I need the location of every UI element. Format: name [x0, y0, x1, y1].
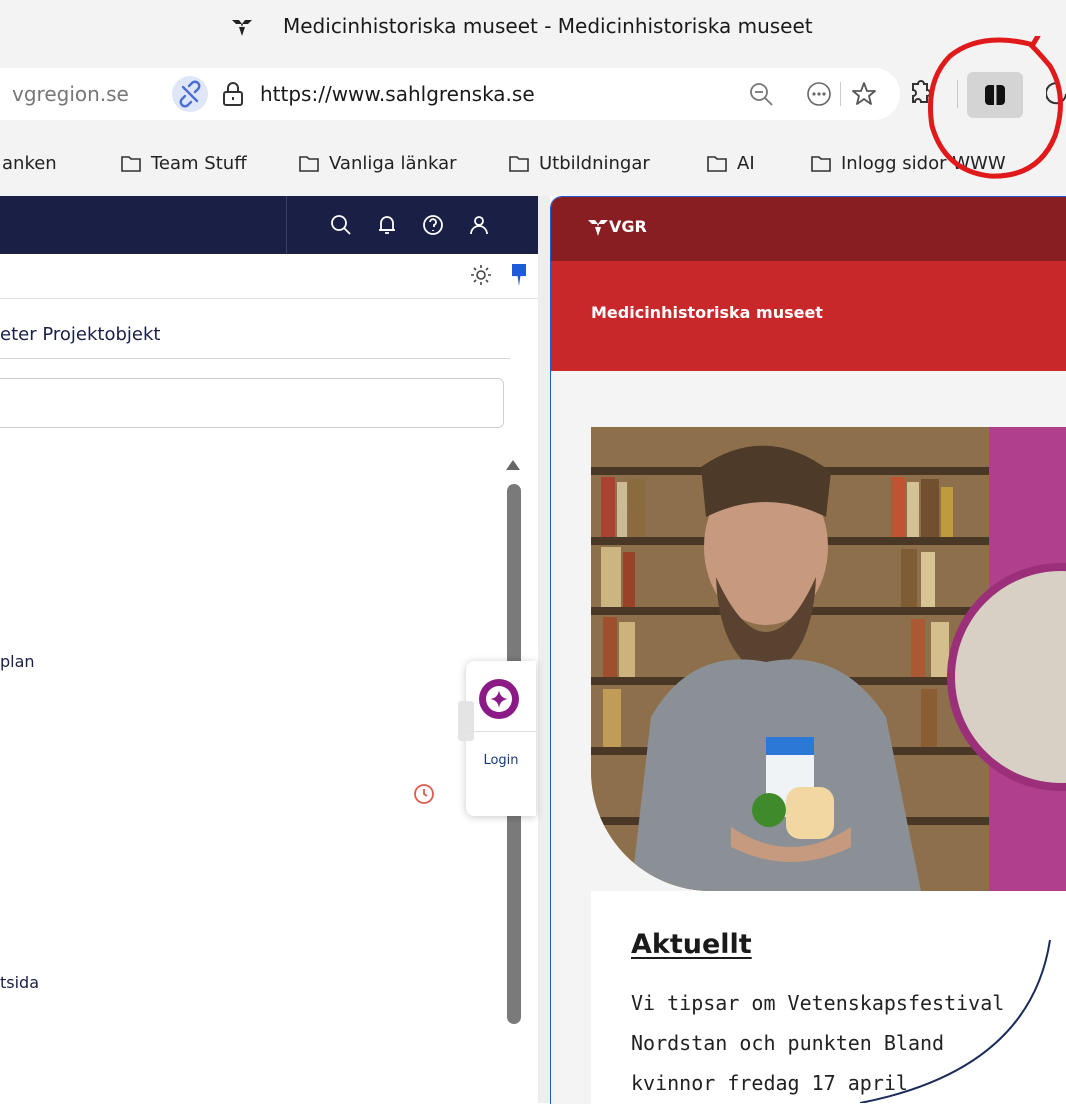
folder-icon — [121, 156, 141, 172]
address-bar[interactable]: vgregion.se https://www.sahlgrenska.se — [0, 68, 900, 120]
star-icon[interactable] — [850, 80, 878, 108]
drag-handle[interactable] — [458, 701, 474, 741]
bookmark-folder[interactable]: AI — [706, 148, 755, 178]
list-item[interactable]: tsida — [0, 973, 39, 992]
pane-divider[interactable] — [538, 196, 550, 1103]
site-name[interactable]: Medicinhistoriska museet — [591, 303, 823, 322]
scroll-up-arrow[interactable] — [506, 460, 520, 470]
window-titlebar: Medicinhistoriska museet - Medicinhistor… — [0, 0, 1066, 60]
site-banner: Medicinhistoriska museet — [551, 261, 1066, 371]
user-icon[interactable] — [466, 212, 492, 238]
folder-icon — [707, 156, 727, 172]
bookmark-folder[interactable]: Utbildningar — [508, 148, 650, 178]
vgr-logo-icon — [232, 20, 252, 36]
app-header — [0, 196, 540, 254]
window-title: Medicinhistoriska museet - Medicinhistor… — [283, 14, 813, 38]
bookmark-item[interactable]: anken — [2, 148, 57, 178]
address-row: vgregion.se https://www.sahlgrenska.se — [0, 60, 1066, 130]
toolbar-row — [0, 254, 540, 299]
widget-divider — [466, 731, 536, 732]
section-heading[interactable]: Aktuellt — [631, 929, 752, 960]
bookmark-folder[interactable]: Vanliga länkar — [298, 148, 457, 178]
clock-icon — [414, 784, 434, 804]
folder-icon — [811, 156, 831, 172]
annotation-circle — [927, 36, 1063, 179]
folder-icon — [299, 156, 319, 172]
pin-icon[interactable] — [512, 264, 526, 286]
bookmarks-bar: anken Team Stuff Vanliga länkar Utbildni… — [0, 130, 1066, 196]
login-widget[interactable]: Login — [458, 661, 536, 816]
search-icon[interactable] — [328, 212, 354, 238]
unlink-icon[interactable] — [172, 76, 208, 112]
brand-name[interactable]: VGR — [609, 217, 647, 236]
tabs-divider — [0, 358, 510, 359]
address-domain: vgregion.se — [12, 82, 129, 106]
left-split-pane: eter Projektobjekt plan tsida — [0, 196, 550, 1103]
vgr-header: VGR — [551, 197, 1066, 261]
vgr-logo-icon[interactable] — [587, 219, 609, 237]
login-link[interactable]: Login — [466, 753, 536, 768]
help-icon[interactable] — [420, 212, 446, 238]
gear-icon[interactable] — [468, 262, 494, 288]
zoom-out-icon[interactable] — [748, 81, 774, 107]
list-item[interactable]: plan — [0, 652, 35, 671]
bell-icon[interactable] — [374, 212, 400, 238]
search-input[interactable] — [0, 378, 504, 428]
address-separator — [840, 82, 841, 106]
hero-image — [591, 427, 1066, 891]
more-icon[interactable] — [806, 81, 832, 107]
lock-icon[interactable] — [220, 80, 246, 108]
address-url[interactable]: https://www.sahlgrenska.se — [260, 82, 535, 106]
header-separator — [286, 196, 287, 254]
page-corner-overlay — [860, 900, 1066, 1103]
tabs[interactable]: eter Projektobjekt — [0, 324, 160, 345]
sparkle-logo-icon[interactable] — [479, 679, 519, 719]
folder-icon — [509, 156, 529, 172]
bookmark-folder[interactable]: Team Stuff — [120, 148, 247, 178]
